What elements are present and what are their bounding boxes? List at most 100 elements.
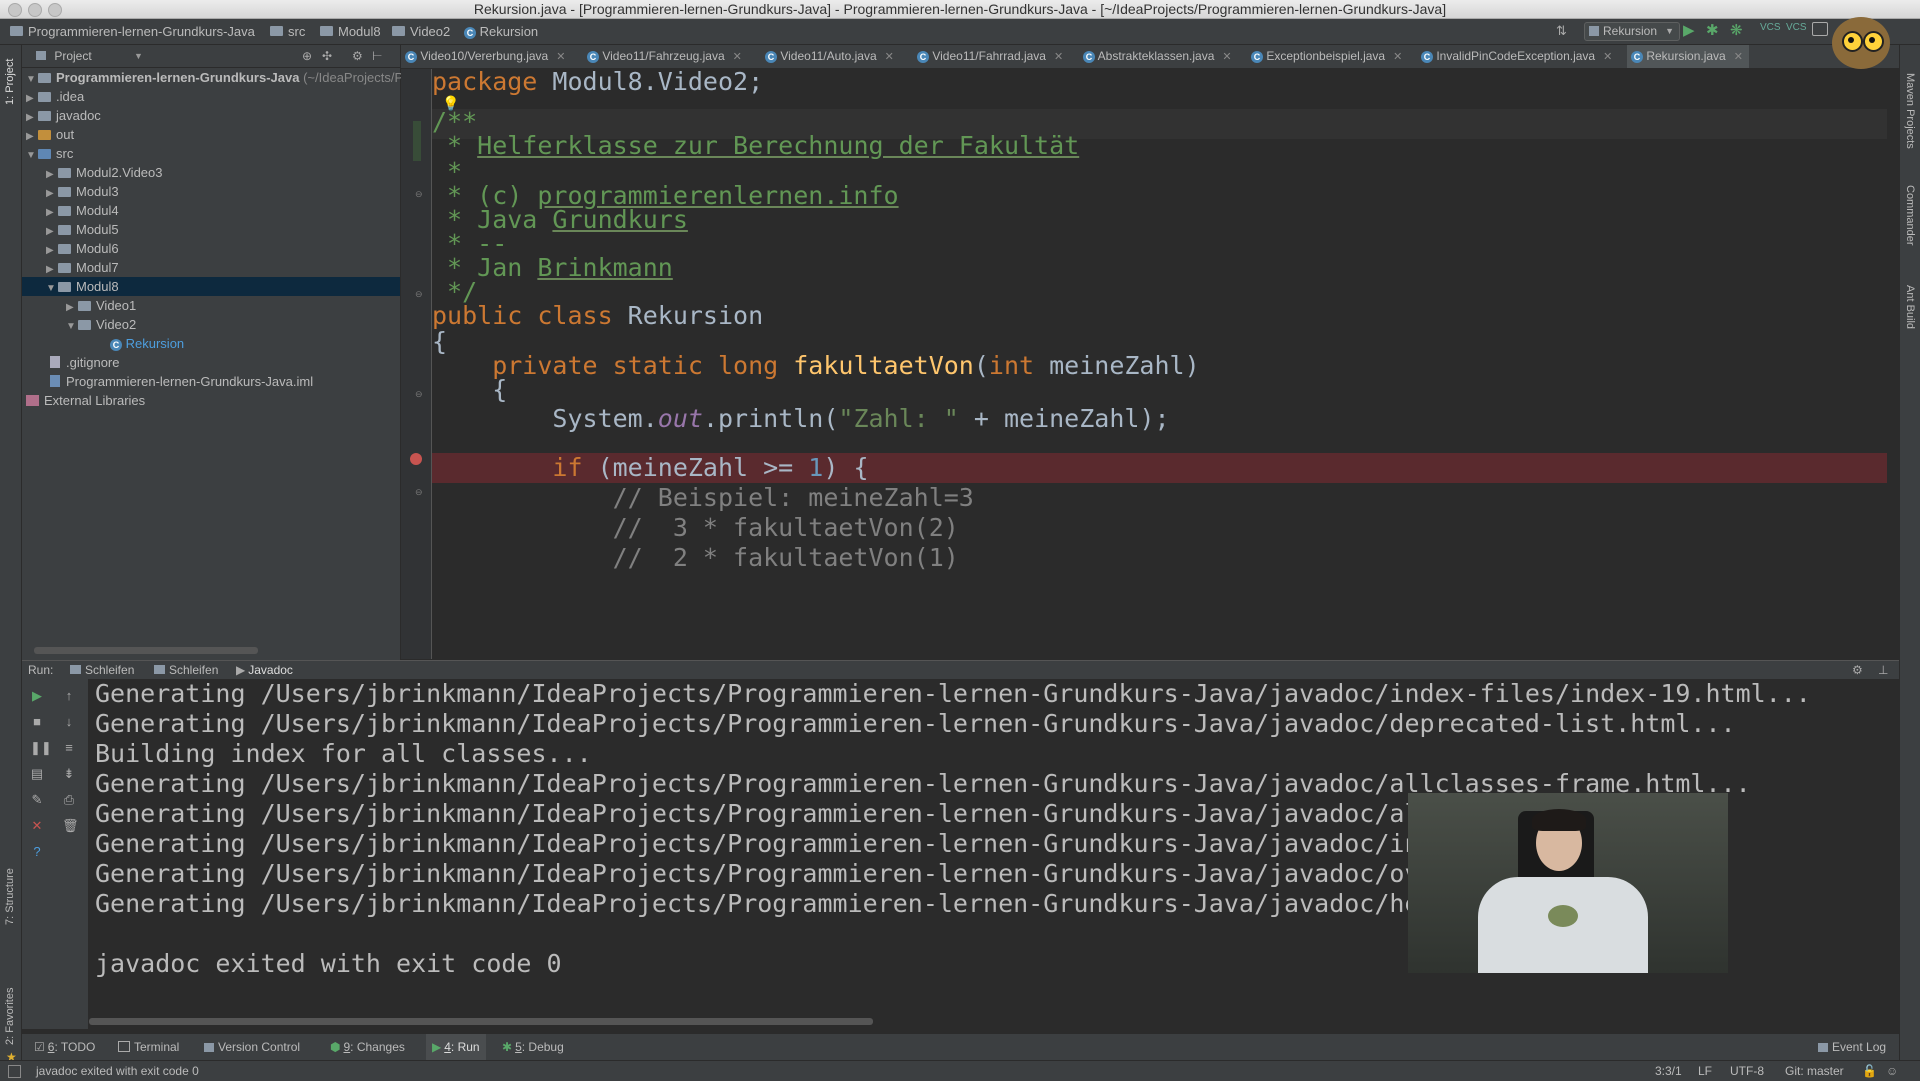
tree-item-video1[interactable]: ▶ Video1 (66, 296, 136, 315)
tree-item-external-libraries[interactable]: External Libraries (26, 391, 145, 410)
tree-item-idea[interactable]: ▶ .idea (26, 87, 84, 106)
lock-icon[interactable]: 🔓 (1862, 1061, 1877, 1081)
tab-rekursion[interactable]: C Rekursion.java ✕ (1627, 45, 1749, 68)
code-editor[interactable]: 💡 package Modul8.Video2; /** * Helferkla… (432, 69, 1887, 659)
pause-icon[interactable]: ❚❚ (30, 741, 52, 755)
gear-icon[interactable]: ⚙ (352, 45, 363, 67)
horizontal-scrollbar[interactable] (34, 647, 258, 654)
scroll-down-icon[interactable]: ↓ (62, 715, 76, 729)
print-icon[interactable]: ⎙ (62, 793, 76, 807)
favorites-tool-button[interactable]: 2: Favorites (4, 988, 16, 1045)
close-icon[interactable]: ✕ (30, 819, 44, 833)
tool-tab-terminal[interactable]: Terminal (118, 1034, 179, 1060)
toggle-tool-windows-icon[interactable] (8, 1065, 21, 1078)
stop-icon[interactable]: ■ (30, 715, 44, 729)
vcs-update-icon[interactable]: VCS (1760, 22, 1781, 33)
tree-item-modul3[interactable]: ▶ Modul3 (46, 182, 119, 201)
hide-panel-icon[interactable]: ⊢ (372, 45, 382, 67)
tree-item-modul5[interactable]: ▶ Modul5 (46, 220, 119, 239)
tree-item-modul4[interactable]: ▶ Modul4 (46, 201, 119, 220)
tab-exceptionbeispiel[interactable]: C Exceptionbeispiel.java ✕ (1247, 45, 1402, 68)
scroll-up-icon[interactable]: ↑ (62, 689, 76, 703)
close-icon[interactable]: ✕ (885, 51, 894, 63)
clear-all-icon[interactable]: 🗑 (62, 819, 79, 833)
close-icon[interactable]: ✕ (1393, 51, 1402, 63)
fold-icon[interactable]: ⊖ (415, 389, 423, 400)
close-icon[interactable]: ✕ (1222, 51, 1231, 63)
run-icon[interactable]: ▶ (1683, 21, 1695, 39)
close-window-button[interactable] (8, 3, 22, 17)
structure-tool-button[interactable]: 7: Structure (4, 868, 16, 925)
breadcrumb-src[interactable]: src (270, 23, 305, 40)
tool-tab-todo[interactable]: ☑ 6: TODO (34, 1034, 95, 1060)
tab-fahrzeug[interactable]: C Video11/Fahrzeug.java ✕ (583, 45, 742, 68)
inspector-icon[interactable]: ☺ (1886, 1061, 1898, 1081)
tree-item-modul8[interactable]: ▼ Modul8 (22, 277, 400, 296)
chevron-down-icon[interactable]: ▼ (134, 45, 143, 67)
tool-tab-version-control[interactable]: Version Control (204, 1034, 300, 1060)
file-encoding[interactable]: UTF-8 (1730, 1061, 1764, 1081)
run-tab-javadoc[interactable]: ▶ Javadoc (236, 661, 293, 679)
tab-invalidpincodeexception[interactable]: C InvalidPinCodeException.java ✕ (1417, 45, 1612, 68)
vcs-commit-icon[interactable]: VCS (1786, 22, 1807, 33)
close-icon[interactable]: ✕ (733, 51, 742, 63)
close-icon[interactable]: ✕ (556, 51, 565, 63)
tool-tab-run[interactable]: ▶ 4: Run (426, 1034, 486, 1060)
tab-vererbung[interactable]: C Video10/Vererbung.java ✕ (401, 45, 565, 68)
tree-item-modul2-video3[interactable]: ▶ Modul2.Video3 (46, 163, 163, 182)
tab-auto[interactable]: C Video11/Auto.java ✕ (761, 45, 894, 68)
tree-item-javadoc[interactable]: ▶ javadoc (26, 106, 101, 125)
soft-wrap-icon[interactable]: ≡ (62, 741, 76, 755)
tree-item-modul7[interactable]: ▶ Modul7 (46, 258, 119, 277)
caret-position[interactable]: 3:3/1 (1655, 1061, 1682, 1081)
window-icon[interactable] (1812, 22, 1828, 36)
breadcrumb-rekursion[interactable]: C Rekursion (460, 23, 538, 40)
zoom-window-button[interactable] (48, 3, 62, 17)
event-log-button[interactable]: Event Log (1818, 1034, 1886, 1060)
maven-projects-tool-button[interactable]: Maven Projects (1904, 73, 1916, 149)
breakpoint-icon[interactable] (410, 453, 422, 465)
close-icon[interactable]: ✕ (1603, 51, 1612, 63)
hide-panel-icon[interactable]: ⊥ (1878, 661, 1888, 679)
run-tab-schleifen-2[interactable]: Schleifen (154, 661, 218, 679)
project-panel-title[interactable]: Project (54, 49, 91, 63)
coverage-icon[interactable]: ❋ (1730, 21, 1743, 39)
vcs-branch[interactable]: Git: master (1785, 1061, 1844, 1081)
collapse-all-icon[interactable]: ✣ (322, 45, 332, 67)
debug-icon[interactable]: ✱ (1706, 21, 1719, 39)
rerun-icon[interactable]: ▶ (30, 689, 44, 703)
breadcrumb-modul8[interactable]: Modul8 (320, 23, 381, 40)
minimize-window-button[interactable] (28, 3, 42, 17)
close-icon[interactable]: ✕ (1054, 51, 1063, 63)
scroll-from-source-icon[interactable]: ⊕ (302, 45, 312, 67)
tree-item-rekursion[interactable]: C Rekursion (110, 334, 184, 353)
tab-abstrakteklassen[interactable]: C Abstrakteklassen.java ✕ (1079, 45, 1232, 68)
dump-threads-icon[interactable]: ▤ (30, 767, 44, 781)
build-icon[interactable]: ⇅ (1556, 23, 1567, 39)
close-icon[interactable]: ✕ (1734, 51, 1743, 63)
project-tool-button[interactable]: 1: Project (4, 59, 16, 105)
breadcrumb-project[interactable]: Programmieren-lernen-Grundkurs-Java (10, 23, 255, 40)
tree-item-iml[interactable]: Programmieren-lernen-Grundkurs-Java.iml (50, 372, 313, 391)
scroll-to-end-icon[interactable]: ⇟ (62, 767, 76, 781)
tree-item-project-root[interactable]: ▼ Programmieren-lernen-Grundkurs-Java (~/… (26, 68, 403, 87)
tree-item-modul6[interactable]: ▶ Modul6 (46, 239, 119, 258)
tab-fahrrad[interactable]: C Video11/Fahrrad.java ✕ (913, 45, 1063, 68)
line-separator[interactable]: LF (1698, 1061, 1712, 1081)
run-tab-schleifen-1[interactable]: Schleifen (70, 661, 134, 679)
commander-tool-button[interactable]: Commander (1904, 185, 1916, 246)
run-config-select[interactable]: Rekursion ▼ (1584, 22, 1681, 41)
pin-icon[interactable]: ✎ (30, 793, 44, 807)
tree-item-out[interactable]: ▶ out (26, 125, 74, 144)
help-icon[interactable]: ? (30, 845, 44, 859)
breadcrumb-video2[interactable]: Video2 (392, 23, 450, 40)
fold-icon[interactable]: ⊖ (415, 487, 423, 498)
horizontal-scrollbar[interactable] (89, 1018, 873, 1025)
tree-item-video2[interactable]: ▼ Video2 (66, 315, 136, 334)
editor-gutter[interactable]: ⊖ ⊖ ⊖ ⊖ (401, 69, 432, 659)
tool-tab-changes[interactable]: ⬢ 9: Changes (330, 1034, 405, 1060)
tool-tab-debug[interactable]: ✱ 5: Debug (502, 1034, 564, 1060)
gear-icon[interactable]: ⚙ (1852, 661, 1863, 679)
tree-item-gitignore[interactable]: .gitignore (50, 353, 119, 372)
tree-item-src[interactable]: ▼ src (26, 144, 73, 163)
